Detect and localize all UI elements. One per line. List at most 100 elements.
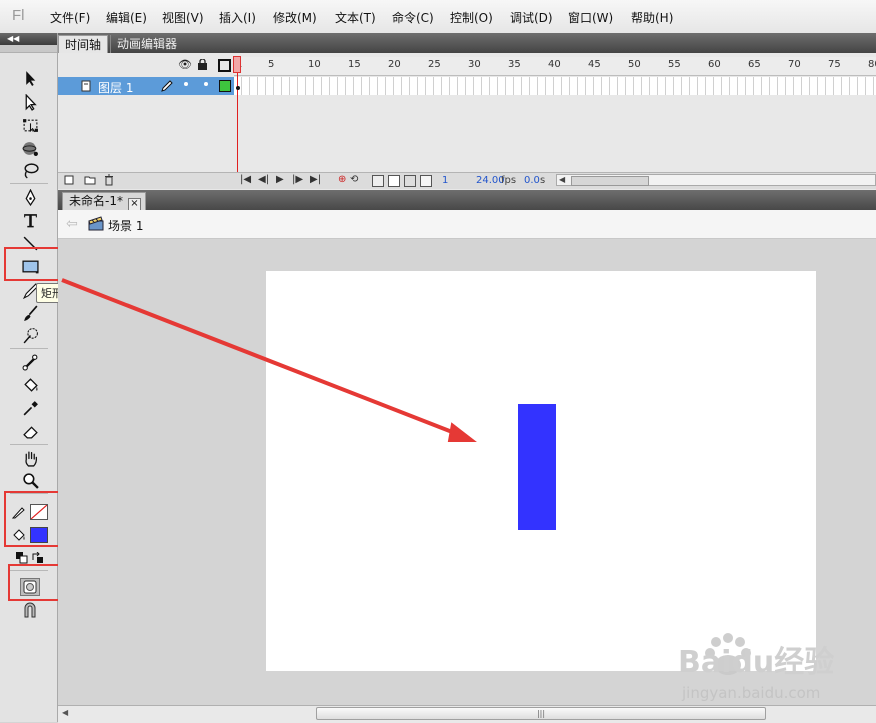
bone-tool[interactable] xyxy=(20,352,40,372)
keyframe-dot[interactable] xyxy=(236,86,240,90)
scroll-left-icon[interactable]: ◀ xyxy=(559,175,565,184)
3d-rotation-tool[interactable] xyxy=(20,138,40,158)
tab-motion-editor[interactable]: 动画编辑器 xyxy=(110,35,183,53)
go-last-frame-icon[interactable]: ▶| xyxy=(310,174,321,185)
new-folder-icon[interactable] xyxy=(84,175,96,185)
lock-dot[interactable] xyxy=(204,82,208,86)
text-tool[interactable] xyxy=(20,210,40,230)
ruler-label-75: 75 xyxy=(828,59,841,70)
deco-flower-icon xyxy=(23,327,38,343)
loop-icon[interactable]: ⟲ xyxy=(350,174,358,185)
paint-bucket-icon xyxy=(23,377,38,392)
timeline-scroll-thumb[interactable] xyxy=(571,176,649,186)
ruler-label-10: 10 xyxy=(308,59,321,70)
stage-scroll-thumb[interactable]: ||| xyxy=(316,707,766,720)
swap-colors-icon[interactable] xyxy=(32,551,44,564)
timeline-panel-tabs: 时间轴 动画编辑器 xyxy=(58,33,876,54)
eyedropper-tool[interactable] xyxy=(20,398,40,418)
menu-edit[interactable]: 编辑(E) xyxy=(106,9,147,26)
ruler-label-60: 60 xyxy=(708,59,721,70)
paint-bucket-tool[interactable] xyxy=(20,375,40,395)
selection-tool[interactable] xyxy=(20,68,40,88)
menu-control[interactable]: 控制(O) xyxy=(450,9,493,26)
brush-tool[interactable] xyxy=(20,303,40,323)
blue-rectangle-shape[interactable] xyxy=(518,404,556,530)
play-icon[interactable]: ▶ xyxy=(276,174,284,185)
playhead-line xyxy=(237,57,238,175)
layer-name: 图层 1 xyxy=(98,81,134,95)
menu-file[interactable]: 文件(F) xyxy=(50,9,90,26)
onion-outline-icon[interactable] xyxy=(388,175,400,187)
document-tabs: 未命名-1* × xyxy=(58,190,876,211)
ruler-label-70: 70 xyxy=(788,59,801,70)
current-frame[interactable]: 1 xyxy=(442,175,448,186)
lock-icon[interactable] xyxy=(198,58,207,70)
menu-insert[interactable]: 插入(I) xyxy=(219,9,256,26)
new-layer-icon[interactable] xyxy=(64,175,74,185)
hand-icon xyxy=(24,450,37,467)
step-forward-icon[interactable]: |▶ xyxy=(292,174,303,185)
pen-nib-icon xyxy=(25,188,35,206)
ruler-label-15: 15 xyxy=(348,59,361,70)
color-swatches-highlight xyxy=(4,491,65,547)
magnifier-icon xyxy=(22,472,39,489)
menu-commands[interactable]: 命令(C) xyxy=(392,9,434,26)
magnet-icon xyxy=(24,602,36,618)
subselection-tool[interactable] xyxy=(20,92,40,112)
lasso-tool[interactable] xyxy=(20,160,40,180)
toolbar-separator xyxy=(10,444,48,445)
step-back-icon[interactable]: ◀| xyxy=(258,174,269,185)
rectangle-tool-highlight xyxy=(4,247,61,281)
toolbar-separator xyxy=(10,183,48,184)
frame-ruler[interactable]: 15101520253035404550556065707580 xyxy=(234,57,876,76)
zoom-tool[interactable] xyxy=(20,470,40,490)
scene-clapper-icon xyxy=(88,215,104,231)
text-t-icon xyxy=(23,213,37,227)
pen-tool[interactable] xyxy=(20,187,40,207)
tools-panel-grip[interactable] xyxy=(0,45,57,53)
menu-text[interactable]: 文本(T) xyxy=(335,9,376,26)
ruler-label-45: 45 xyxy=(588,59,601,70)
onion-skin-icon[interactable] xyxy=(372,175,384,187)
menu-modify[interactable]: 修改(M) xyxy=(273,9,317,26)
menu-view[interactable]: 视图(V) xyxy=(162,9,204,26)
back-arrow-icon[interactable]: ⇦ xyxy=(66,216,78,232)
outline-icon[interactable] xyxy=(218,59,231,72)
visibility-dot[interactable] xyxy=(184,82,188,86)
hand-tool[interactable] xyxy=(20,448,40,468)
playhead[interactable] xyxy=(233,56,241,73)
scroll-left-icon[interactable]: ◀ xyxy=(62,708,68,717)
eraser-icon xyxy=(22,425,38,439)
ruler-label-80: 80 xyxy=(868,59,876,70)
layer-header: 👁 xyxy=(58,57,234,75)
snap-to-objects-button[interactable] xyxy=(22,601,38,619)
elapsed-time[interactable]: 0.0 xyxy=(524,175,540,186)
eye-icon[interactable]: 👁 xyxy=(178,58,192,71)
menu-help[interactable]: 帮助(H) xyxy=(631,9,673,26)
ruler-label-65: 65 xyxy=(748,59,761,70)
collapse-icon[interactable]: ◀◀ xyxy=(7,33,19,45)
outline-color-square[interactable] xyxy=(219,80,231,92)
go-first-frame-icon[interactable]: |◀ xyxy=(240,174,251,185)
bone-icon xyxy=(22,354,37,370)
tab-timeline[interactable]: 时间轴 xyxy=(58,35,109,54)
modify-onion-markers-icon[interactable] xyxy=(420,175,432,187)
edit-multiple-frames-icon[interactable] xyxy=(404,175,416,187)
frames-row[interactable] xyxy=(234,77,876,95)
deco-tool[interactable] xyxy=(20,325,40,345)
arrow-icon xyxy=(25,70,35,86)
eraser-tool[interactable] xyxy=(20,421,40,441)
eyedropper-icon xyxy=(23,400,38,415)
center-frame-icon[interactable]: ⊕ xyxy=(338,174,346,185)
default-colors-icon[interactable] xyxy=(16,552,28,564)
ruler-label-55: 55 xyxy=(668,59,681,70)
free-transform-tool[interactable] xyxy=(20,115,40,135)
layer-row[interactable]: 图层 1 xyxy=(58,77,234,95)
document-tab[interactable]: 未命名-1* × xyxy=(62,192,146,211)
toolbar-separator xyxy=(10,348,48,349)
timeline-scrollbar[interactable]: ◀ xyxy=(556,174,876,186)
menu-debug[interactable]: 调试(D) xyxy=(510,9,553,26)
scene-label[interactable]: 场景 1 xyxy=(108,217,143,234)
menu-window[interactable]: 窗口(W) xyxy=(568,9,613,26)
trash-icon[interactable] xyxy=(104,174,114,186)
